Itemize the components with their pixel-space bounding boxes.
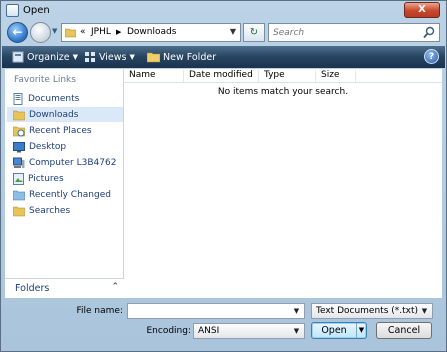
sidebar-item-label: Recent Places [29,125,92,136]
sidebar-item-recent-places[interactable]: Recent Places [7,123,123,138]
sidebar-item-searches[interactable]: Searches [7,203,123,218]
chevron-up-icon: ⌃ [111,282,119,292]
pictures-icon [13,172,24,185]
sidebar-item-pictures[interactable]: Pictures [7,171,123,186]
organize-label: Organize [27,51,70,63]
breadcrumb-downloads[interactable]: Downloads [127,27,176,37]
sidebar-item-label: Desktop [29,141,67,152]
sidebar-item-label: Downloads [29,109,79,120]
computer-icon [13,157,25,168]
sidebar-item-desktop[interactable]: Desktop [7,139,123,154]
search-box[interactable] [268,23,440,42]
cancel-button[interactable]: Cancel [376,322,432,339]
recently-changed-icon [13,190,25,200]
views-menu[interactable]: Views ▼ [84,50,135,64]
column-header-type[interactable]: Type [259,70,316,82]
new-folder-icon [147,52,160,63]
dialog-app-icon [6,4,19,17]
title-bar: Open X [1,1,446,21]
navigation-bar: ← ▼ « JPHL ▶ Downloads ▼ ↻ [5,21,442,45]
sidebar-item-label: Recently Changed [29,189,111,200]
views-caret-icon: ▼ [129,53,135,61]
breadcrumb-jphl[interactable]: JPHL [91,27,111,37]
organize-caret-icon: ▼ [72,53,78,61]
open-dialog: Open X ← ▼ « JPHL ▶ Downloads ▼ ↻ Search… [0,0,447,352]
searches-folder-icon [13,206,25,216]
folders-toggle[interactable]: Folders ⌃ [5,278,124,298]
file-name-label: File name: [76,306,123,316]
chevron-down-icon: ▼ [421,307,428,315]
refresh-button[interactable]: ↻ [243,23,265,42]
new-folder-label: New Folder [163,51,217,63]
refresh-icon: ↻ [249,27,259,38]
downloads-folder-icon [13,110,25,120]
folder-icon [65,28,76,38]
favorite-links-header: Favorite Links [14,75,76,85]
open-options-dropdown-icon[interactable]: ▼ [356,323,366,338]
sidebar-item-label: Searches [29,205,71,216]
back-arrow-icon: ← [12,25,23,39]
column-header-date-modified[interactable]: Date modified [184,70,259,82]
empty-list-message: No items match your search. [217,87,349,97]
address-bar[interactable]: « JPHL ▶ Downloads ▼ [61,23,241,42]
documents-icon [13,92,23,105]
file-name-input[interactable]: ▼ [127,303,305,319]
open-label: Open [321,325,347,336]
back-button[interactable]: ← [7,22,28,43]
views-label: Views [99,51,127,63]
sidebar-item-recently-changed[interactable]: Recently Changed [7,187,123,202]
column-header-size[interactable]: Size [316,70,356,82]
breadcrumb-overflow[interactable]: « [80,27,86,37]
search-input[interactable] [273,26,421,39]
dialog-title: Open [23,5,50,16]
column-header-name[interactable]: Name [124,70,184,82]
command-toolbar: Organize ▼ Views ▼ New Folder ? [2,46,445,68]
breadcrumb-separator-icon: ▶ [116,28,122,36]
organize-menu[interactable]: Organize ▼ [12,50,78,64]
recent-pages-dropdown[interactable]: ▼ [52,27,60,37]
chevron-down-icon: ▼ [293,327,300,335]
recent-places-icon [13,126,25,136]
sidebar-item-label: Computer L3B4762 [29,157,117,168]
file-type-select[interactable]: Text Documents (*.txt) ▼ [311,303,433,319]
open-button[interactable]: Open ▼ [311,322,367,339]
file-type-value: Text Documents (*.txt) [316,306,419,316]
file-list: Name Date modified Type Size No items ma… [124,69,442,298]
desktop-icon [13,141,25,152]
close-button[interactable]: X [404,2,440,18]
organize-icon [12,51,24,63]
new-folder-button[interactable]: New Folder [147,50,216,64]
encoding-select[interactable]: ANSI ▼ [193,323,305,339]
forward-button[interactable] [30,22,51,43]
chevron-down-icon[interactable]: ▼ [291,305,302,317]
help-icon[interactable]: ? [424,49,439,64]
favorite-links-pane: Favorite Links Documents Downloads Recen… [5,69,124,278]
sidebar-item-documents[interactable]: Documents [7,91,123,106]
sidebar-item-downloads[interactable]: Downloads [7,107,123,122]
address-dropdown-icon[interactable]: ▼ [230,27,236,36]
search-icon[interactable] [423,26,435,39]
column-headers: Name Date modified Type Size [124,69,442,83]
encoding-value: ANSI [198,326,220,336]
encoding-label: Encoding: [146,326,191,336]
sidebar-item-computer[interactable]: Computer L3B4762 [7,155,123,170]
sidebar-item-label: Documents [28,93,80,104]
sidebar-item-label: Pictures [28,173,64,184]
folders-label: Folders [15,283,50,294]
views-icon [85,52,95,62]
